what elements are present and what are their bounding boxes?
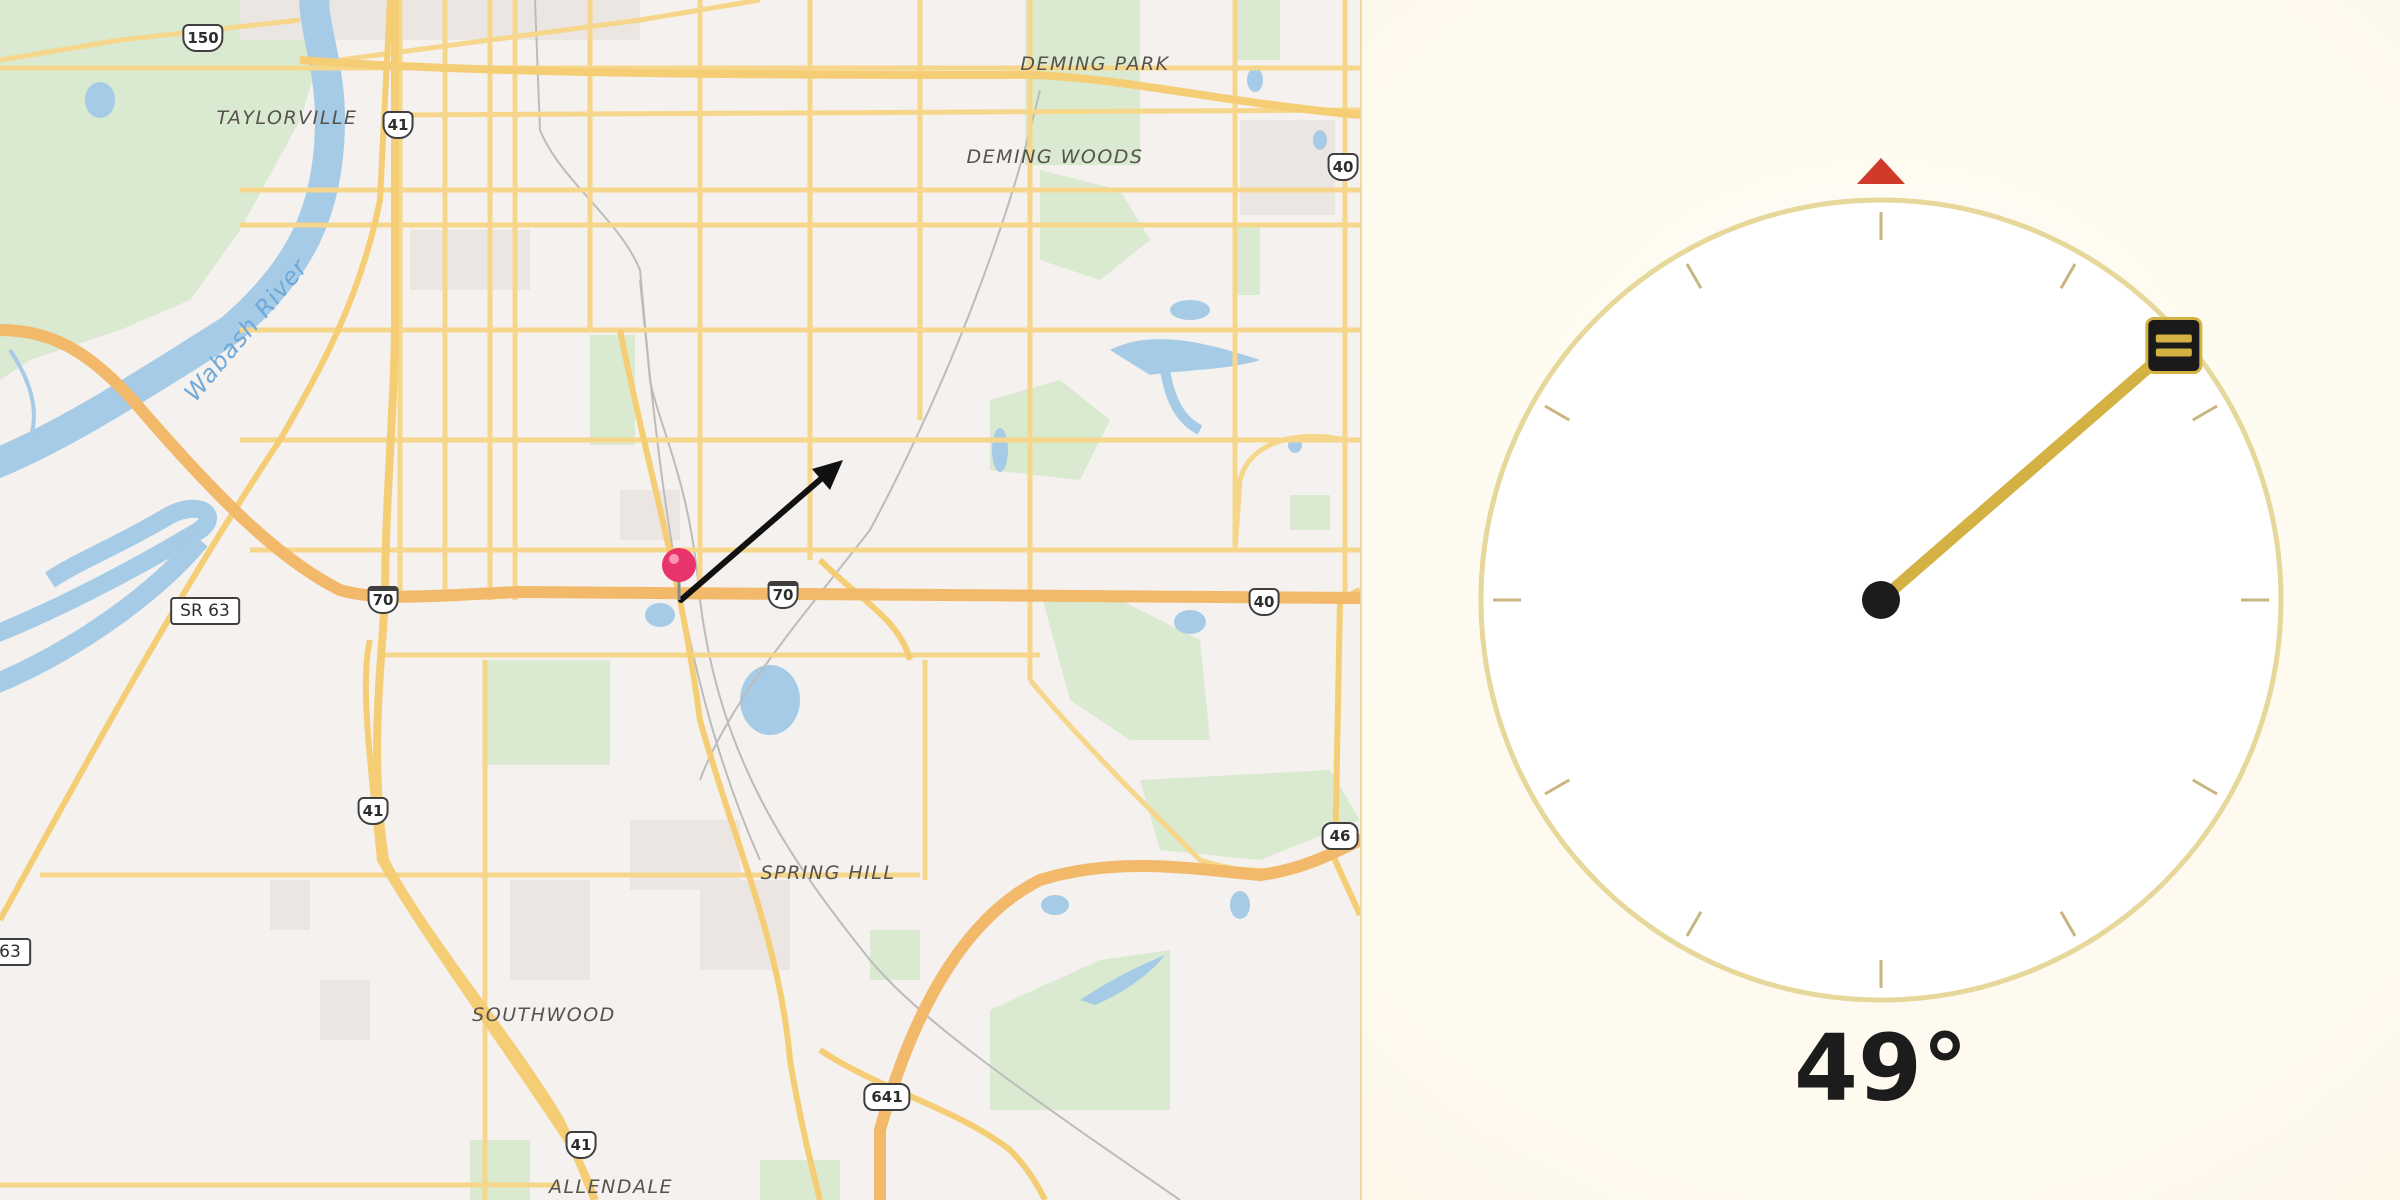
compass-pivot [1862,581,1900,619]
heading-arrow-icon [678,460,843,603]
map-view[interactable]: Wabash River DEMING PARK TAYLORVILLE DEM… [0,0,1360,1200]
compass-panel: 49° [1362,0,2400,1200]
route-shield-i70-west: 70 [367,586,399,614]
route-shield-46: 46 [1321,822,1359,850]
place-label-deming-park: DEMING PARK [1020,53,1170,75]
route-shield-us40-center: 40 [1248,588,1280,616]
route-shield-63: 63 [0,938,31,966]
route-shield-i70-east: 70 [767,581,799,609]
north-triangle-icon [1857,158,1905,184]
route-shield-641: 641 [863,1083,911,1111]
route-shield-sr63: SR 63 [170,597,240,625]
urban-blocks [240,0,1335,1040]
route-shield-us41-bottom: 41 [565,1131,597,1159]
place-label-southwood: SOUTHWOOD [472,1004,616,1026]
place-label-spring-hill: SPRING HILL [760,862,896,884]
route-shield-us150: 150 [182,24,224,52]
route-shield-us41-north: 41 [382,111,414,139]
place-label-deming-woods: DEMING WOODS [966,146,1144,168]
place-label-taylorville: TAYLORVILLE [216,107,358,129]
needle-handle-icon[interactable] [2145,316,2203,374]
route-shield-us40-east: 40 [1327,153,1359,181]
place-label-allendale: ALLENDALE [548,1176,674,1198]
heading-readout: 49° [1793,1014,1969,1122]
route-shield-us41-south: 41 [357,797,389,825]
